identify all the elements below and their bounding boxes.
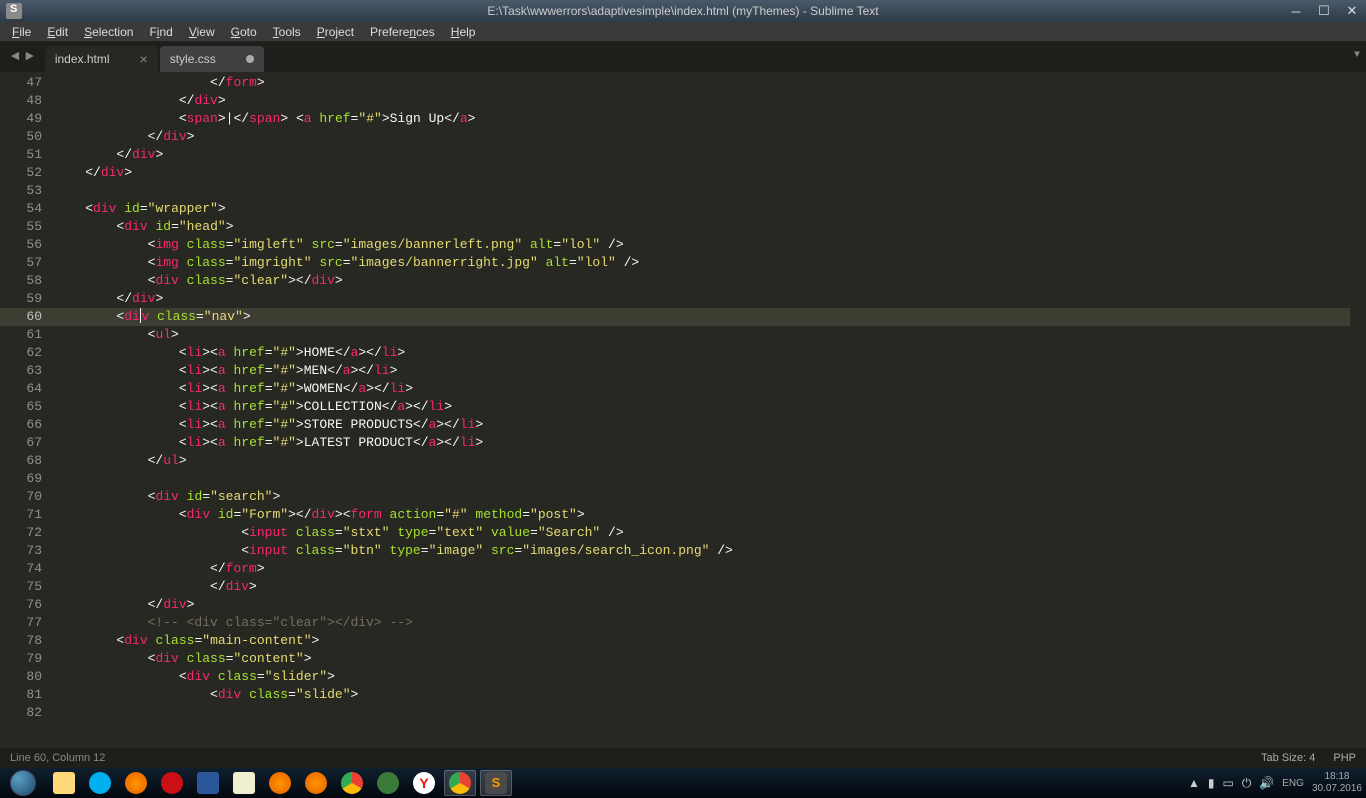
- tray-battery-icon[interactable]: ▭: [1222, 776, 1233, 790]
- task-firefox-1[interactable]: [120, 770, 152, 796]
- tab-label: style.css: [170, 52, 216, 66]
- window-title-bar: E:\Task\wwwerrors\adaptivesimple\index.h…: [0, 0, 1366, 22]
- menu-edit[interactable]: Edit: [39, 25, 76, 39]
- tab-dropdown-icon[interactable]: ▼: [1354, 50, 1360, 61]
- task-notepad[interactable]: [228, 770, 260, 796]
- system-tray: ▲ ▮ ▭ ⏻ 🔊 ENG 18:18 30.07.2016: [1188, 771, 1362, 795]
- tray-network-icon[interactable]: ▮: [1208, 776, 1215, 790]
- tray-volume-icon[interactable]: 🔊: [1259, 776, 1274, 790]
- task-firefox-3[interactable]: [300, 770, 332, 796]
- menu-selection[interactable]: Selection: [76, 25, 141, 39]
- menu-help[interactable]: Help: [443, 25, 484, 39]
- task-explorer[interactable]: [48, 770, 80, 796]
- menu-file[interactable]: File: [4, 25, 39, 39]
- line-number-gutter: 4748495051525354555657585960616263646566…: [0, 72, 54, 748]
- status-bar: Line 60, Column 12 Tab Size: 4 PHP: [0, 748, 1366, 768]
- task-chrome-active[interactable]: [444, 770, 476, 796]
- menu-tools[interactable]: Tools: [265, 25, 309, 39]
- task-chrome[interactable]: [336, 770, 368, 796]
- menu-goto[interactable]: Goto: [223, 25, 265, 39]
- menu-find[interactable]: Find: [141, 25, 180, 39]
- tab-label: index.html: [55, 52, 110, 66]
- task-globe-1[interactable]: [372, 770, 404, 796]
- task-opera[interactable]: [156, 770, 188, 796]
- tab-style-css[interactable]: style.css: [160, 46, 264, 72]
- window-title: E:\Task\wwwerrors\adaptivesimple\index.h…: [487, 4, 878, 18]
- close-button[interactable]: ✕: [1338, 0, 1366, 22]
- cursor-position: Line 60, Column 12: [10, 752, 105, 764]
- nav-arrows[interactable]: ◄ ►: [0, 42, 45, 72]
- tray-chevron-icon[interactable]: ▲: [1188, 776, 1200, 790]
- menu-view[interactable]: View: [181, 25, 223, 39]
- minimize-button[interactable]: ─: [1282, 0, 1310, 22]
- menu-preferences[interactable]: Preferences: [362, 25, 443, 39]
- menu-bar: File Edit Selection Find View Goto Tools…: [0, 22, 1366, 42]
- task-word[interactable]: [192, 770, 224, 796]
- task-skype[interactable]: [84, 770, 116, 796]
- tray-clock[interactable]: 18:18 30.07.2016: [1312, 771, 1362, 795]
- code-area[interactable]: </form> </div> <span>|</span> <a href="#…: [54, 72, 1350, 748]
- app-icon: [6, 3, 22, 19]
- editor[interactable]: 4748495051525354555657585960616263646566…: [0, 72, 1366, 748]
- windows-taskbar: Y S ▲ ▮ ▭ ⏻ 🔊 ENG 18:18 30.07.2016: [0, 768, 1366, 798]
- task-firefox-2[interactable]: [264, 770, 296, 796]
- syntax-mode[interactable]: PHP: [1333, 752, 1356, 764]
- tab-index-html[interactable]: index.html ×: [45, 46, 158, 72]
- menu-project[interactable]: Project: [309, 25, 362, 39]
- tray-lang[interactable]: ENG: [1282, 778, 1304, 789]
- task-sublime-active[interactable]: S: [480, 770, 512, 796]
- tab-close-icon[interactable]: ×: [140, 51, 148, 67]
- tray-power-icon[interactable]: ⏻: [1242, 776, 1252, 791]
- start-button[interactable]: [4, 769, 42, 797]
- start-orb-icon: [10, 770, 36, 796]
- tab-bar: ◄ ► index.html × style.css ▼: [0, 42, 1366, 72]
- task-yandex[interactable]: Y: [408, 770, 440, 796]
- tab-modified-icon: [246, 55, 254, 63]
- nav-back-icon[interactable]: ◄: [11, 49, 19, 65]
- tab-size[interactable]: Tab Size: 4: [1261, 752, 1315, 764]
- maximize-button[interactable]: ☐: [1310, 0, 1338, 22]
- nav-forward-icon[interactable]: ►: [25, 49, 33, 65]
- minimap[interactable]: [1350, 72, 1366, 748]
